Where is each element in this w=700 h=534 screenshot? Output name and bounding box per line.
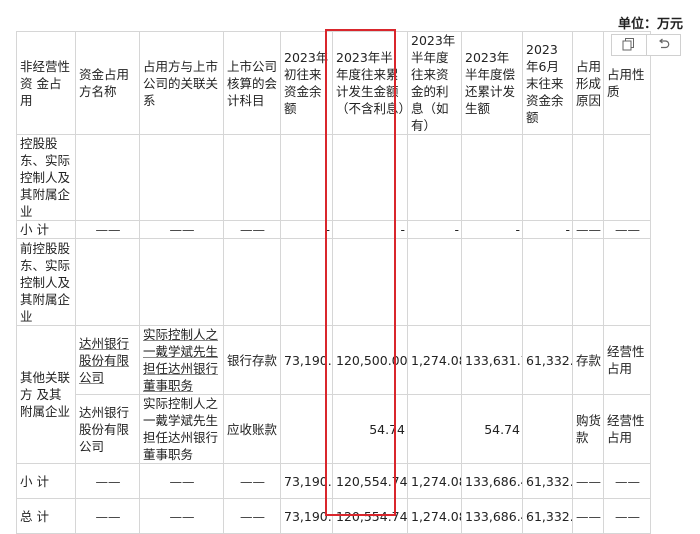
table-cell: 73,190.15 <box>280 498 333 534</box>
accrued-amount: 120,500.00 <box>332 325 408 395</box>
table-cell: 61,332.50 <box>522 463 573 499</box>
table-cell: —— <box>572 498 604 534</box>
table-cell: —— <box>572 220 604 239</box>
section-label: 前控股股东、实际控制人及其附属企 业 <box>16 238 76 326</box>
table-cell: 133,686.47 <box>461 498 523 534</box>
header-cell: 非经营性资 金占用 <box>16 31 76 135</box>
account-subject: 银行存款 <box>223 325 281 395</box>
undo-icon <box>657 36 670 55</box>
table-cell: 1,274.08 <box>407 498 462 534</box>
table-cell: - <box>280 220 333 239</box>
opening-balance <box>280 394 333 464</box>
table-cell: —— <box>139 463 224 499</box>
fund-occupation-table: 非经营性资 金占用 资金占用方名称 占用方与上市公司的关联关系 上市公司核算的会… <box>16 31 651 534</box>
company-name: 达州银行股份有限公司 <box>75 325 140 395</box>
table-cell: —— <box>75 498 140 534</box>
table-cell: - <box>407 220 462 239</box>
table-cell: —— <box>223 463 281 499</box>
table-cell: —— <box>75 463 140 499</box>
section-label: 控股股东、实际控制人及 其附属企业 <box>16 134 76 221</box>
unit-label: 单位：万元 <box>618 17 684 32</box>
header-cell: 2023年初往来资金余额 <box>280 31 333 135</box>
copy-icon <box>622 36 635 55</box>
table-cell: - <box>522 220 573 239</box>
table-cell: —— <box>223 498 281 534</box>
table-cell: 133,686.47 <box>461 463 523 499</box>
closing-balance: 61,332.50 <box>522 325 573 395</box>
header-cell: 资金占用方名称 <box>75 31 140 135</box>
table-cell: —— <box>603 220 651 239</box>
header-row: 非经营性资 金占用 资金占用方名称 占用方与上市公司的关联关系 上市公司核算的会… <box>16 31 651 135</box>
table-cell: —— <box>603 463 651 499</box>
copy-button[interactable] <box>612 35 646 55</box>
subtotal-row: 小 计 —— —— —— - - - - - —— —— <box>16 220 651 239</box>
table-row: 其他关联方 及其附属企业 达州银行股份有限公司 实际控制人之一戴学斌先生担任达州… <box>16 325 651 464</box>
header-cell: 2023年6月末往来资金余额 <box>522 31 573 135</box>
header-cell: 2023年半年度偿还累计发生额 <box>461 31 523 135</box>
table-row: 控股股东、实际控制人及 其附属企业 <box>16 134 651 221</box>
table-row: 前控股股东、实际控制人及其附属企 业 <box>16 238 651 326</box>
table-cell: —— <box>139 220 224 239</box>
table-cell: 73,190.15 <box>280 463 333 499</box>
section-label: 总 计 <box>16 498 76 534</box>
table-cell: —— <box>139 498 224 534</box>
subtotal-row: 小 计 —— —— —— 73,190.15 120,554.74 1,274.… <box>16 463 651 499</box>
repaid-amount: 54.74 <box>461 394 523 464</box>
table-cell: —— <box>572 463 604 499</box>
occupation-reason: 购货款 <box>572 394 604 464</box>
relation-text: 实际控制人之一戴学斌先生担任达州银行董事职务 <box>139 325 224 395</box>
table-cell: - <box>461 220 523 239</box>
repaid-amount: 133,631.73 <box>461 325 523 395</box>
table-cell: —— <box>223 220 281 239</box>
table-cell: - <box>332 220 408 239</box>
occupation-nature: 经营性占用 <box>603 325 651 395</box>
table-cell: 1,274.08 <box>407 463 462 499</box>
occupation-nature: 经营性占用 <box>603 394 651 464</box>
interest-amount <box>407 394 462 464</box>
header-cell: 占用方与上市公司的关联关系 <box>139 31 224 135</box>
table-cell: —— <box>603 498 651 534</box>
table-cell: —— <box>75 220 140 239</box>
accrued-amount: 54.74 <box>332 394 408 464</box>
opening-balance: 73,190.15 <box>280 325 333 395</box>
occupation-reason: 存款 <box>572 325 604 395</box>
header-cell: 2023年半年度往来累计发生金额（不含利息） <box>332 31 408 135</box>
table-cell: 61,332.50 <box>522 498 573 534</box>
relation-text: 实际控制人之一戴学斌先生担任达州银行董事职务 <box>139 394 224 464</box>
header-cell: 上市公司核算的会计科目 <box>223 31 281 135</box>
total-row: 总 计 —— —— —— 73,190.15 120,554.74 1,274.… <box>16 498 651 534</box>
table-row: 达州银行股份有限公司 实际控制人之一戴学斌先生担任达州银行董事职务 应收账款 5… <box>17 394 651 464</box>
header-cell: 占用形成原因 <box>572 31 604 135</box>
account-subject: 应收账款 <box>223 394 281 464</box>
image-toolbar <box>611 34 681 56</box>
undo-button[interactable] <box>645 35 681 55</box>
section-label: 其他关联方 及其附属企业 <box>16 325 76 464</box>
interest-amount: 1,274.08 <box>407 325 462 395</box>
section-label: 小 计 <box>16 220 76 239</box>
section-label: 小 计 <box>16 463 76 499</box>
company-name: 达州银行股份有限公司 <box>75 394 140 464</box>
table-cell: 120,554.74 <box>332 498 408 534</box>
header-cell: 2023年半年度往来资金的利息（如有） <box>407 31 462 135</box>
table-cell: 120,554.74 <box>332 463 408 499</box>
closing-balance <box>522 394 573 464</box>
